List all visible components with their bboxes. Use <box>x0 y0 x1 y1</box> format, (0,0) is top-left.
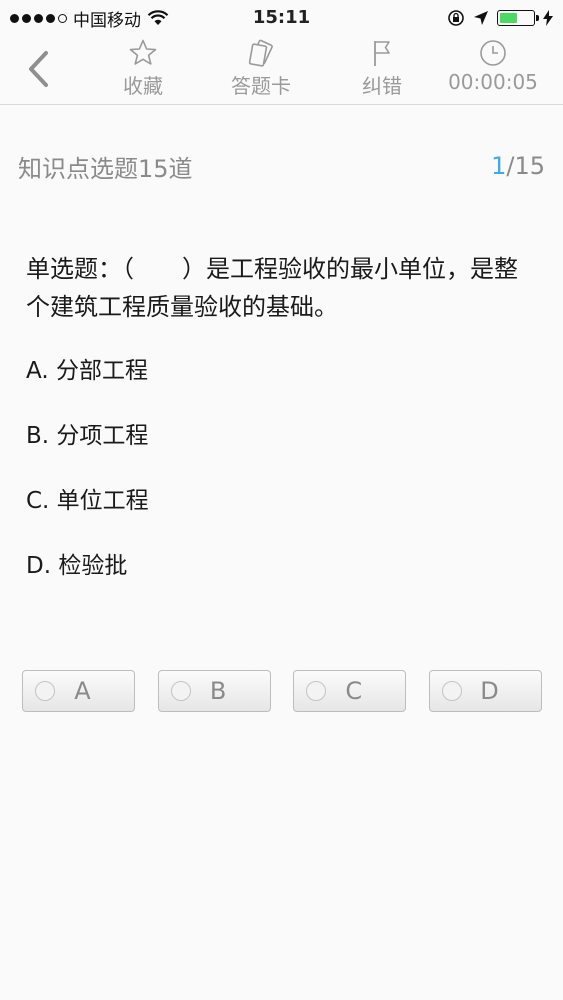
section-title: 知识点选题15道 <box>18 154 193 183</box>
status-bar: 中国移动 <box>0 0 563 36</box>
battery-level <box>500 13 518 23</box>
timer: 00:00:05 <box>438 38 548 100</box>
carrier-name: 中国移动 <box>73 10 141 31</box>
answer-label: A <box>74 677 91 705</box>
options-list: A. 分部工程 B. 分项工程 C. 单位工程 D. 检验批 <box>26 352 536 612</box>
answer-card-label: 答题卡 <box>231 74 291 98</box>
answer-label: B <box>209 677 227 705</box>
timer-value: 00:00:05 <box>448 70 538 94</box>
status-left: 中国移动 <box>10 6 169 31</box>
star-icon <box>129 39 157 65</box>
radio-icon <box>441 681 462 701</box>
flag-icon <box>374 41 390 66</box>
back-button[interactable] <box>18 44 58 94</box>
option-d: D. 检验批 <box>26 553 128 579</box>
answer-button-b[interactable]: B <box>157 670 271 712</box>
clock-icon <box>480 40 506 66</box>
answer-label: D <box>480 677 499 705</box>
option-b: B. 分项工程 <box>26 423 149 449</box>
answer-button-c[interactable]: C <box>293 670 407 712</box>
answer-button-a[interactable]: A <box>22 670 135 712</box>
signal-strength-icon <box>10 13 67 23</box>
option-a: A. 分部工程 <box>26 358 148 384</box>
wifi-icon <box>147 10 169 25</box>
radio-icon <box>35 681 55 701</box>
report-error-button[interactable]: 纠错 <box>327 38 437 100</box>
question-text: 单选题：（ ）是工程验收的最小单位，是整个建筑工程质量验收的基础。 <box>26 255 518 321</box>
question-progress: 1/15 <box>491 152 545 180</box>
progress-total: /15 <box>506 152 545 180</box>
location-arrow-icon <box>474 11 488 25</box>
favorite-label: 收藏 <box>123 74 163 98</box>
charging-bolt-icon <box>543 10 553 26</box>
answer-label: C <box>345 677 363 705</box>
answer-card-button[interactable]: 答题卡 <box>206 38 316 100</box>
progress-current: 1 <box>491 152 507 180</box>
answer-card-icon <box>248 39 273 67</box>
report-error-label: 纠错 <box>362 74 402 98</box>
battery-icon <box>497 10 539 26</box>
answer-buttons: A B C D <box>22 670 542 714</box>
radio-icon <box>306 681 327 701</box>
rotation-lock-icon <box>448 10 464 26</box>
section-header: 知识点选题15道 1/15 <box>18 148 545 184</box>
option-c: C. 单位工程 <box>26 488 149 514</box>
favorite-button[interactable]: 收藏 <box>88 38 198 100</box>
radio-icon <box>170 681 191 701</box>
chevron-left-icon <box>29 51 48 87</box>
answer-button-d[interactable]: D <box>428 670 542 712</box>
status-right <box>447 9 553 27</box>
top-toolbar: 收藏 答题卡 纠错 00:00:05 <box>0 36 563 105</box>
